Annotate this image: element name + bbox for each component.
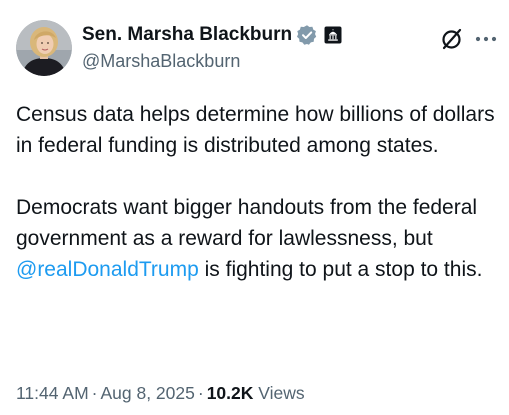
avatar-photo [16, 20, 72, 76]
tweet-date[interactable]: Aug 8, 2025 [100, 383, 194, 403]
capitol-building-icon[interactable] [324, 26, 342, 44]
tweet-paragraph-1: Census data helps determine how billions… [16, 103, 495, 157]
tweet-paragraph-2: Democrats want bigger handouts from the … [16, 192, 501, 285]
name-row: Sen. Marsha Blackburn [82, 21, 342, 49]
author-header: Sen. Marsha Blackburn @MarshaBlackburn [82, 21, 342, 72]
meta-separator: · [91, 383, 98, 403]
more-icon[interactable] [473, 26, 499, 52]
tweet-text-segment: is fighting to put a stop to this. [198, 258, 483, 281]
mention-link[interactable]: @realDonaldTrump [16, 258, 199, 281]
verified-badge-icon[interactable] [296, 24, 318, 46]
tweet-text-segment: Democrats want bigger handouts from the … [16, 196, 478, 250]
views-label: Views [258, 383, 305, 403]
tweet-meta: 11:44 AM · Aug 8, 2025 · 10.2K Views [16, 383, 305, 404]
meta-separator: · [197, 383, 204, 403]
tweet-time[interactable]: 11:44 AM [16, 383, 89, 403]
grok-icon[interactable] [439, 26, 465, 52]
avatar[interactable] [16, 20, 72, 76]
tweet-card: Sen. Marsha Blackburn @MarshaBlackburn C… [0, 0, 509, 415]
views-count: 10.2K [206, 383, 254, 403]
author-handle[interactable]: @MarshaBlackburn [82, 51, 342, 72]
display-name[interactable]: Sen. Marsha Blackburn [82, 24, 292, 46]
tweet-text: Census data helps determine how billions… [16, 99, 501, 285]
